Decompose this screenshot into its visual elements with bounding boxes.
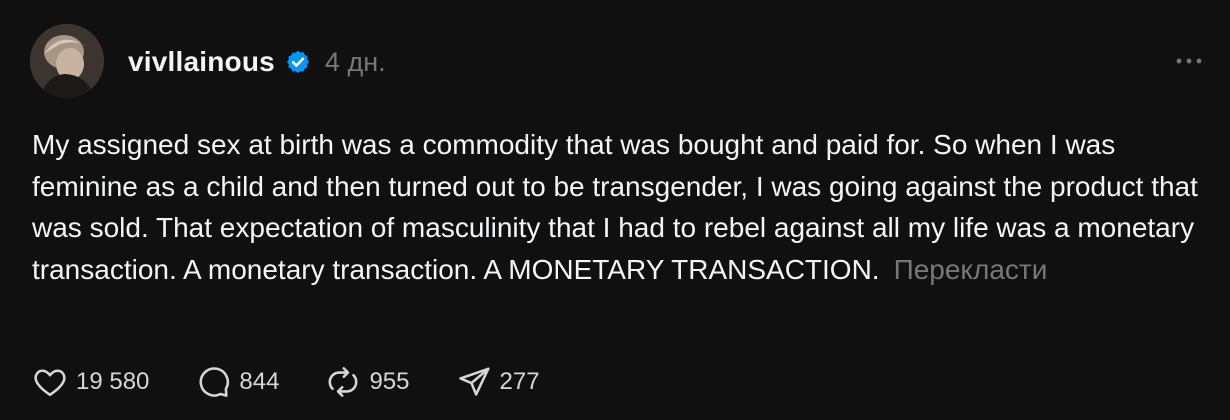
post-text-block: My assigned sex at birth was a commodity… — [32, 124, 1202, 290]
avatar[interactable] — [30, 24, 104, 98]
like-count: 19 580 — [76, 368, 150, 395]
repost-button[interactable]: 955 — [325, 364, 410, 400]
avatar-image — [30, 24, 104, 98]
send-icon — [458, 367, 490, 396]
post-time[interactable]: 4 дн. — [325, 47, 386, 78]
comment-count: 844 — [239, 368, 280, 395]
repost-icon — [328, 367, 358, 397]
thread-post: vivllainous 4 дн. My assigned sex at bir… — [0, 0, 1230, 420]
post-actions: 19 580 844 955 277 — [32, 362, 586, 402]
share-count: 277 — [499, 368, 540, 395]
post-header: vivllainous 4 дн. — [128, 42, 386, 82]
username[interactable]: vivllainous — [128, 46, 275, 78]
heart-icon — [34, 369, 66, 397]
repost-count: 955 — [369, 368, 410, 395]
comment-bubble-icon — [199, 367, 230, 397]
verified-badge-icon — [286, 50, 309, 74]
more-options-icon[interactable] — [1174, 52, 1204, 70]
like-button[interactable]: 19 580 — [32, 364, 149, 400]
translate-link[interactable]: Перекласти — [894, 254, 1048, 285]
share-button[interactable]: 277 — [456, 364, 540, 400]
comment-button[interactable]: 844 — [195, 364, 279, 400]
